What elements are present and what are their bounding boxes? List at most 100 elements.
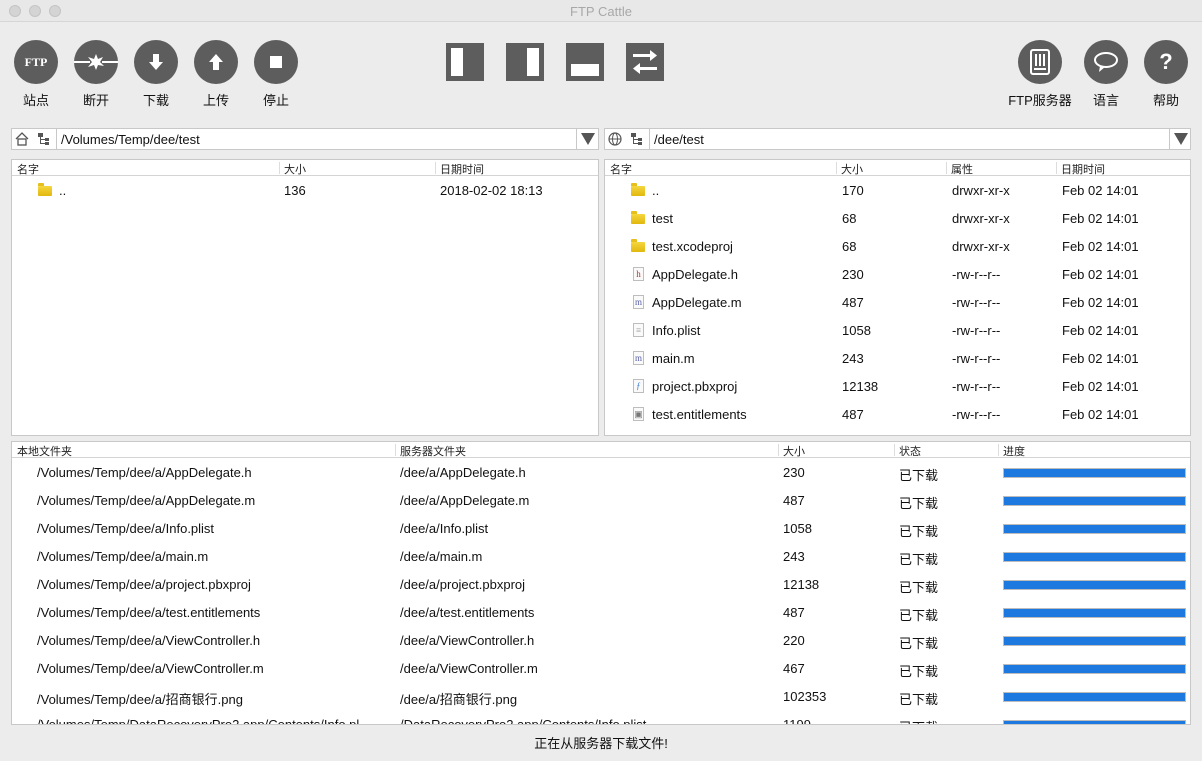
file-size: 12138 [842,379,879,394]
transfer-size: 12138 [783,577,820,592]
file-attributes: drwxr-xr-x [952,211,1010,226]
column-header-server-folder[interactable]: 服务器文件夹 [400,443,466,459]
column-header-size[interactable]: 大小 [783,443,805,459]
remote-file-list[interactable]: 名字 大小 属性 日期时间 .. 170 drwxr-xr-x Feb 02 14:0… [604,159,1191,436]
column-header-status[interactable]: 状态 [899,443,921,459]
file-name: project.pbxproj [652,379,738,394]
file-date: Feb 02 14:01 [1062,407,1139,422]
show-left-panel-button[interactable] [446,43,484,81]
progress-bar [1003,496,1186,506]
transfer-row[interactable]: /Volumes/Temp/dee/a/project.pbxproj/dee/… [12,571,1190,599]
remote-path-input[interactable] [649,129,1169,149]
server-icon [1018,40,1062,84]
file-attributes: -rw-r--r-- [952,379,1001,394]
transfer-row[interactable]: /Volumes/Temp/dee/a/招商银行.png/dee/a/招商银行.… [12,683,1190,711]
globe-icon[interactable] [606,131,624,147]
local-folder: /Volumes/Temp/dee/a/test.entitlements [37,605,261,620]
upload-label: 上传 [202,93,229,108]
column-header-size[interactable]: 大小 [284,161,306,177]
file-glyph: h [633,267,644,281]
column-header-date[interactable]: 日期时间 [1061,161,1105,177]
transfer-row[interactable]: /Volumes/Temp/dee/a/ViewController.m/dee… [12,655,1190,683]
h-file-icon: h [631,267,647,282]
local-path-input[interactable] [56,129,576,149]
file-size: 230 [842,267,864,282]
download-button[interactable]: 下载 [126,40,186,109]
show-bottom-panel-button[interactable] [566,43,604,81]
arrow-down-icon [134,40,178,84]
transfer-row[interactable]: /Volumes/Temp/dee/a/Info.plist/dee/a/Inf… [12,515,1190,543]
folder-shape [631,211,645,224]
local-path-bar [11,128,599,150]
transfer-status: 已下载 [899,664,939,679]
file-attributes: -rw-r--r-- [952,295,1001,310]
folder-icon [631,183,647,198]
file-size: 68 [842,239,857,254]
home-icon[interactable] [13,131,31,147]
progress-bar [1003,608,1186,618]
file-row[interactable]: test.xcodeproj 68 drwxr-xr-x Feb 02 14:01 [605,233,1190,261]
transfer-size: 243 [783,549,805,564]
folder-tree-icon[interactable] [628,131,646,147]
file-row[interactable]: m AppDelegate.m 487 -rw-r--r-- Feb 02 14:01 [605,289,1190,317]
file-size: 136 [284,183,306,198]
column-header-name[interactable]: 名字 [17,161,39,177]
file-row[interactable]: .. 170 drwxr-xr-x Feb 02 14:01 [605,177,1190,205]
site-button[interactable]: FTP 站点 [6,40,66,109]
help-button[interactable]: ? 帮助 [1136,40,1196,109]
language-button[interactable]: 语言 [1076,40,1136,109]
disconnect-icon [74,40,118,84]
entitlements-file-icon: ▣ [631,407,647,422]
local-folder: /Volumes/Temp/dee/a/ViewController.m [37,661,264,676]
column-header-name[interactable]: 名字 [610,161,632,177]
ftp-server-button[interactable]: FTP服务器 [1002,40,1078,109]
server-folder: /DataRecoveryPro2.app/Contents/Info.plis… [400,717,647,725]
transfer-row[interactable]: /Volumes/Temp/dee/a/test.entitlements/de… [12,599,1190,627]
transfer-row[interactable]: /Volumes/Temp/dee/a/AppDelegate.m/dee/a/… [12,487,1190,515]
local-path-dropdown[interactable] [576,129,598,149]
server-folder: /dee/a/main.m [400,549,483,564]
progress-bar [1003,664,1186,674]
file-row[interactable]: .. 136 2018-02-02 18:13 [12,177,598,205]
transfer-row[interactable]: /Volumes/Temp/dee/a/AppDelegate.h/dee/a/… [12,459,1190,487]
column-header-progress[interactable]: 进度 [1003,443,1025,459]
file-row[interactable]: m main.m 243 -rw-r--r-- Feb 02 14:01 [605,345,1190,373]
file-size: 170 [842,183,864,198]
transfer-row[interactable]: /Volumes/Temp/dee/a/main.m/dee/a/main.m 2… [12,543,1190,571]
column-header-date[interactable]: 日期时间 [440,161,484,177]
file-row[interactable]: h AppDelegate.h 230 -rw-r--r-- Feb 02 14:01 [605,261,1190,289]
file-attributes: drwxr-xr-x [952,183,1010,198]
transfer-size: 230 [783,465,805,480]
column-header-attributes[interactable]: 属性 [951,161,973,177]
progress-bar [1003,524,1186,534]
swap-panels-button[interactable] [626,43,664,81]
transfer-size: 220 [783,633,805,648]
file-attributes: -rw-r--r-- [952,267,1001,282]
show-right-panel-button[interactable] [506,43,544,81]
file-row[interactable]: ƒ project.pbxproj 12138 -rw-r--r-- Feb 02 14… [605,373,1190,401]
column-header-local-folder[interactable]: 本地文件夹 [17,443,72,459]
progress-bar [1003,552,1186,562]
file-date: Feb 02 14:01 [1062,351,1139,366]
upload-button[interactable]: 上传 [186,40,246,109]
transfer-row[interactable]: /Volumes/Temp/dee/a/ViewController.h/dee… [12,627,1190,655]
column-header-size[interactable]: 大小 [841,161,863,177]
server-folder: /dee/a/ViewController.h [400,633,535,648]
folder-tree-icon[interactable] [35,131,53,147]
transfer-status: 已下载 [899,552,939,567]
local-folder: /Volumes/Temp/dee/a/AppDelegate.m [37,493,256,508]
local-file-list[interactable]: 名字 大小 日期时间 .. 136 2018-02-02 18:13 [11,159,599,436]
file-row[interactable]: ▣ test.entitlements 487 -rw-r--r-- Feb 02 14… [605,401,1190,429]
disconnect-button[interactable]: 断开 [66,40,126,109]
file-row[interactable]: ≡ Info.plist 1058 -rw-r--r-- Feb 02 14:01 [605,317,1190,345]
remote-path-dropdown[interactable] [1169,129,1191,149]
file-name: AppDelegate.m [652,295,742,310]
transfer-queue-list[interactable]: 本地文件夹 服务器文件夹 大小 状态 进度 /Volumes/Temp/dee/… [11,441,1191,725]
transfer-row[interactable]: /Volumes/Temp/DataRecoveryPro2.app/Conte… [12,711,1190,725]
progress-bar [1003,692,1186,702]
help-label: 帮助 [1152,93,1179,108]
file-glyph: m [633,351,644,365]
folder-shape [38,183,52,196]
stop-button[interactable]: 停止 [246,40,306,109]
file-row[interactable]: test 68 drwxr-xr-x Feb 02 14:01 [605,205,1190,233]
